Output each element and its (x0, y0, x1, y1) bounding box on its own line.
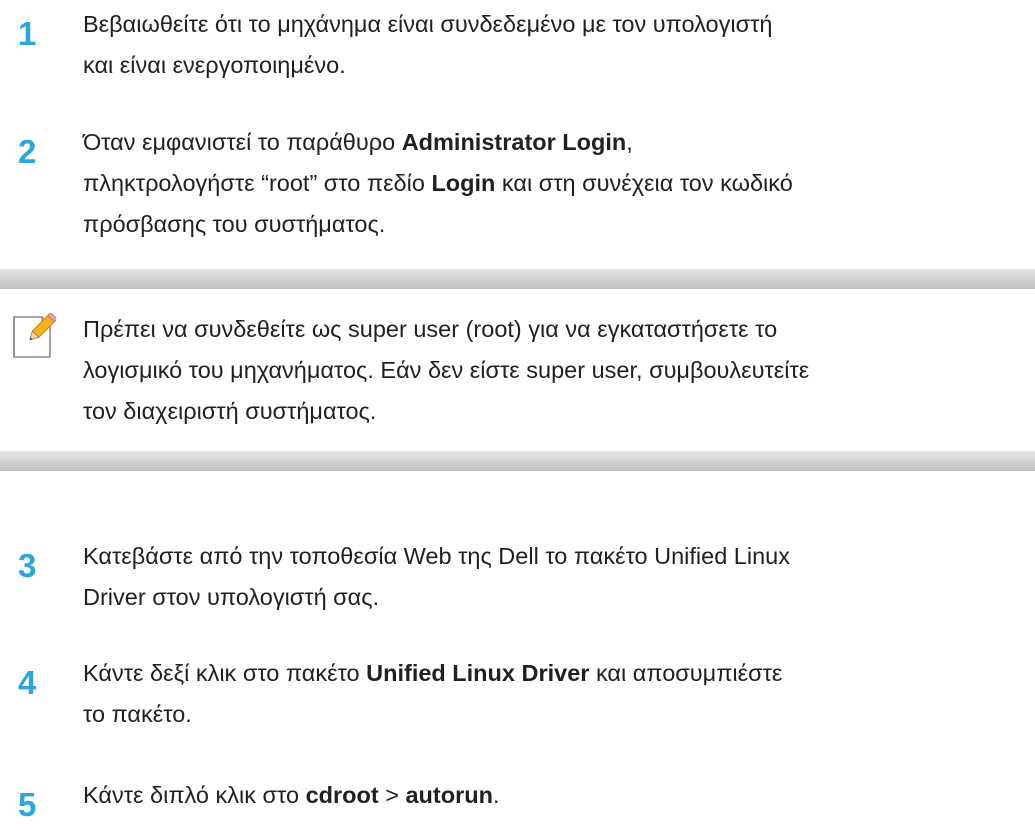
note-line: τον διαχειριστή συστήματος. (83, 398, 377, 424)
text-segment: το πακέτο. (83, 701, 192, 727)
bold-term: cdroot (305, 782, 379, 808)
text-segment: Όταν εμφανιστεί το παράθυρο (83, 129, 402, 155)
text-line: πρόσβασης του συστήματος. (83, 204, 1035, 245)
step-number: 2 (18, 133, 37, 170)
bold-term: Unified Linux Driver (366, 660, 590, 686)
step-text: Κάντε δεξί κλικ στο πακέτο Unified Linux… (83, 653, 1035, 735)
text-line: Βεβαιωθείτε ότι το μηχάνημα είναι συνδεδ… (83, 4, 1035, 45)
note-line: Πρέπει να συνδεθείτε ως super user (root… (83, 316, 778, 342)
note-top-bar (0, 269, 1035, 289)
note-box: Πρέπει να συνδεθείτε ως super user (root… (0, 269, 1035, 471)
note-pencil-icon (8, 312, 58, 361)
step-text: Κατεβάστε από την τοποθεσία Web της Dell… (83, 536, 1035, 618)
step-number: 4 (18, 664, 37, 701)
text-line: Κάντε διπλό κλικ στο cdroot > autorun. (83, 775, 1035, 816)
step-text: Βεβαιωθείτε ότι το μηχάνημα είναι συνδεδ… (83, 4, 1035, 86)
text-segment: Βεβαιωθείτε ότι το μηχάνημα είναι συνδεδ… (83, 11, 773, 37)
bold-term: Administrator Login (401, 129, 627, 155)
bold-term: autorun (405, 782, 493, 808)
text-line: πληκτρολογήστε “root” στο πεδίο Login κα… (83, 163, 1035, 204)
step-number: 1 (18, 15, 37, 52)
text-segment: πρόσβασης του συστήματος. (83, 211, 386, 237)
text-segment: και αποσυμπιέστε (589, 660, 783, 686)
text-segment: Driver στον υπολογιστή σας. (83, 584, 380, 610)
text-line: Όταν εμφανιστεί το παράθυρο Administrato… (83, 122, 1035, 163)
note-bottom-bar (0, 451, 1035, 471)
text-segment: Κατεβάστε από την τοποθεσία Web της Dell… (83, 543, 790, 569)
note-line: λογισμικό του μηχανήματος. Εάν δεν είστε… (83, 357, 810, 383)
text-segment: > (378, 782, 406, 808)
text-segment: . (492, 782, 500, 808)
text-line: Κατεβάστε από την τοποθεσία Web της Dell… (83, 536, 1035, 577)
text-segment: πληκτρολογήστε “root” στο πεδίο (83, 170, 432, 196)
note-text: Πρέπει να συνδεθείτε ως super user (root… (83, 309, 1035, 432)
text-segment: , (626, 129, 633, 155)
text-line: το πακέτο. (83, 694, 1035, 735)
text-segment: και είναι ενεργοποιημένο. (83, 52, 346, 78)
step-text: Όταν εμφανιστεί το παράθυρο Administrato… (83, 122, 1035, 245)
step-number: 3 (18, 547, 37, 584)
text-line: Driver στον υπολογιστή σας. (83, 577, 1035, 618)
text-line: Κάντε δεξί κλικ στο πακέτο Unified Linux… (83, 653, 1035, 694)
step-number: 5 (18, 786, 37, 823)
text-segment: Κάντε διπλό κλικ στο (83, 782, 306, 808)
text-line: και είναι ενεργοποιημένο. (83, 45, 1035, 86)
step-text: Κάντε διπλό κλικ στο cdroot > autorun. (83, 775, 1035, 816)
bold-term: Login (431, 170, 496, 196)
text-segment: και στη συνέχεια τον κωδικό (495, 170, 793, 196)
text-segment: Κάντε δεξί κλικ στο πακέτο (83, 660, 367, 686)
